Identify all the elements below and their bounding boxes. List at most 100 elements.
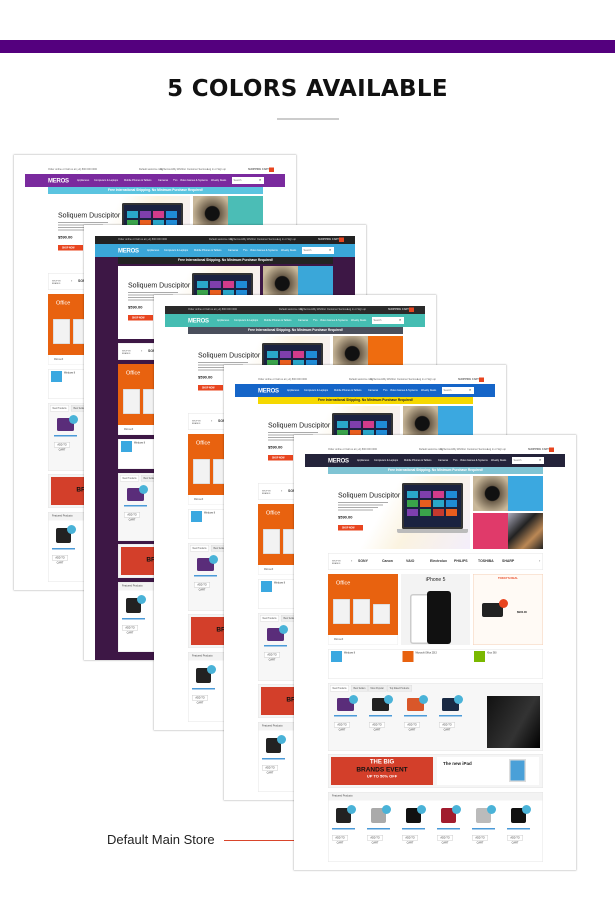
- product-tab[interactable]: Most Popular: [368, 685, 387, 692]
- nav-item[interactable]: Appliances: [357, 459, 369, 462]
- brand-prev-icon[interactable]: ‹: [211, 419, 212, 424]
- search-icon[interactable]: ⌕: [259, 178, 261, 183]
- nav-item[interactable]: Computers & Laptops: [304, 389, 328, 392]
- add-to-cart-button[interactable]: ADD TO CART: [472, 835, 488, 845]
- add-to-cart-button[interactable]: ADD TO CART: [264, 652, 280, 662]
- cart-link[interactable]: SHOPPING CART: [388, 308, 409, 311]
- nav-item[interactable]: TVs: [453, 459, 457, 462]
- brand-logo[interactable]: PHILIPS: [454, 560, 468, 564]
- nav-item[interactable]: Mobile Phones & Tablets: [124, 179, 151, 182]
- top-link[interactable]: My Wishlist: [243, 238, 256, 241]
- nav-item[interactable]: TVs: [313, 319, 317, 322]
- promo-block[interactable]: [508, 476, 543, 511]
- add-to-cart-button[interactable]: ADD TO CART: [122, 625, 138, 635]
- brand-prev-icon[interactable]: ‹: [141, 349, 142, 354]
- feature-icon[interactable]: [51, 371, 62, 382]
- cart-icon[interactable]: [339, 237, 344, 242]
- product-name[interactable]: [332, 828, 355, 830]
- feature-icon[interactable]: [121, 441, 132, 452]
- nav-item[interactable]: TVs: [173, 179, 177, 182]
- cart-link[interactable]: SHOPPING CART: [458, 378, 479, 381]
- nav-item[interactable]: Video Games & Systems: [250, 249, 278, 252]
- top-link[interactable]: Customer Services: [397, 378, 418, 381]
- top-link[interactable]: Customer Services: [187, 168, 208, 171]
- top-link[interactable]: Log in or Sign up: [207, 168, 226, 171]
- product-tab[interactable]: Top Rated Products: [387, 685, 412, 692]
- top-link[interactable]: My Wishlist: [383, 378, 396, 381]
- brand-prev-icon[interactable]: ‹: [281, 489, 282, 494]
- feature-icon[interactable]: [191, 511, 202, 522]
- nav-item[interactable]: Appliances: [287, 389, 299, 392]
- product-tab[interactable]: New Products: [330, 685, 350, 692]
- top-link[interactable]: My Wishlist: [313, 308, 326, 311]
- product-tab[interactable]: Best Sellers: [351, 685, 369, 692]
- logo[interactable]: MEROS: [48, 177, 69, 184]
- add-to-cart-button[interactable]: ADD TO CART: [404, 722, 420, 732]
- top-link[interactable]: My Account: [440, 448, 453, 451]
- logo[interactable]: MEROS: [118, 247, 139, 254]
- product-name[interactable]: [194, 575, 217, 577]
- cart-icon[interactable]: [269, 167, 274, 172]
- nav-item[interactable]: Weekly Deals: [421, 389, 436, 392]
- top-link[interactable]: My Wishlist: [173, 168, 186, 171]
- nav-item[interactable]: Mobile Phones & Tablets: [334, 389, 361, 392]
- add-to-cart-button[interactable]: ADD TO CART: [439, 722, 455, 732]
- nav-item[interactable]: Video Games & Systems: [320, 319, 348, 322]
- nav-item[interactable]: Video Games & Systems: [460, 459, 488, 462]
- nav-item[interactable]: Cameras: [368, 389, 378, 392]
- nav-item[interactable]: Mobile Phones & Tablets: [264, 319, 291, 322]
- product-tab[interactable]: New Products: [50, 405, 70, 412]
- top-link[interactable]: My Wishlist: [453, 448, 466, 451]
- search-icon[interactable]: ⌕: [469, 388, 471, 393]
- product-name[interactable]: [439, 715, 462, 717]
- product-name[interactable]: [404, 715, 427, 717]
- top-link[interactable]: My Account: [160, 168, 173, 171]
- nav-item[interactable]: Appliances: [217, 319, 229, 322]
- product-name[interactable]: [52, 548, 75, 550]
- nav-item[interactable]: Weekly Deals: [211, 179, 226, 182]
- add-to-cart-button[interactable]: ADD TO CART: [402, 835, 418, 845]
- add-to-cart-button[interactable]: ADD TO CART: [192, 695, 208, 705]
- nav-item[interactable]: Video Games & Systems: [180, 179, 208, 182]
- brand-prev-icon[interactable]: ‹: [71, 279, 72, 284]
- brand-logo[interactable]: Canon: [382, 560, 393, 564]
- search-icon[interactable]: ⌕: [539, 458, 541, 463]
- product-tab[interactable]: New Products: [190, 545, 210, 552]
- cart-link[interactable]: SHOPPING CART: [248, 168, 269, 171]
- feature-icon[interactable]: [402, 651, 414, 662]
- nav-item[interactable]: Weekly Deals: [491, 459, 506, 462]
- brand-next-icon[interactable]: ›: [539, 559, 540, 564]
- cart-link[interactable]: SHOPPING CART: [528, 448, 549, 451]
- top-link[interactable]: Customer Services: [257, 238, 278, 241]
- product-name[interactable]: [507, 828, 530, 830]
- brand-logo[interactable]: Electrolux: [430, 560, 447, 564]
- add-to-cart-button[interactable]: ADD TO CART: [52, 555, 68, 565]
- feature-title[interactable]: Windows 8: [274, 582, 285, 585]
- cart-link[interactable]: SHOPPING CART: [318, 238, 339, 241]
- nav-item[interactable]: Mobile Phones & Tablets: [404, 459, 431, 462]
- top-link[interactable]: Customer Services: [467, 448, 488, 451]
- product-tab[interactable]: New Products: [260, 615, 280, 622]
- product-name[interactable]: [367, 828, 390, 830]
- promo-block-pink[interactable]: [473, 513, 508, 549]
- brand-logo[interactable]: VAIO: [406, 560, 414, 564]
- nav-item[interactable]: Appliances: [147, 249, 159, 252]
- logo[interactable]: MEROS: [258, 387, 279, 394]
- cart-icon[interactable]: [409, 307, 414, 312]
- product-name[interactable]: [437, 828, 460, 830]
- add-to-cart-button[interactable]: ADD TO CART: [194, 582, 210, 592]
- tablet-banner[interactable]: [508, 513, 543, 549]
- feature-icon[interactable]: [474, 651, 485, 662]
- logo[interactable]: MEROS: [328, 457, 349, 464]
- search-icon[interactable]: ⌕: [399, 318, 401, 323]
- product-tab[interactable]: New Products: [120, 475, 140, 482]
- cart-icon[interactable]: [549, 447, 554, 452]
- brand-logo[interactable]: SHARP: [502, 560, 514, 564]
- feature-title[interactable]: Windows 8: [134, 442, 145, 445]
- feature-icon[interactable]: [261, 581, 272, 592]
- product-name[interactable]: [264, 645, 287, 647]
- add-to-cart-button[interactable]: ADD TO CART: [262, 765, 278, 775]
- cart-icon[interactable]: [479, 377, 484, 382]
- nav-item[interactable]: Video Games & Systems: [390, 389, 418, 392]
- brand-logo[interactable]: SONY: [358, 560, 368, 564]
